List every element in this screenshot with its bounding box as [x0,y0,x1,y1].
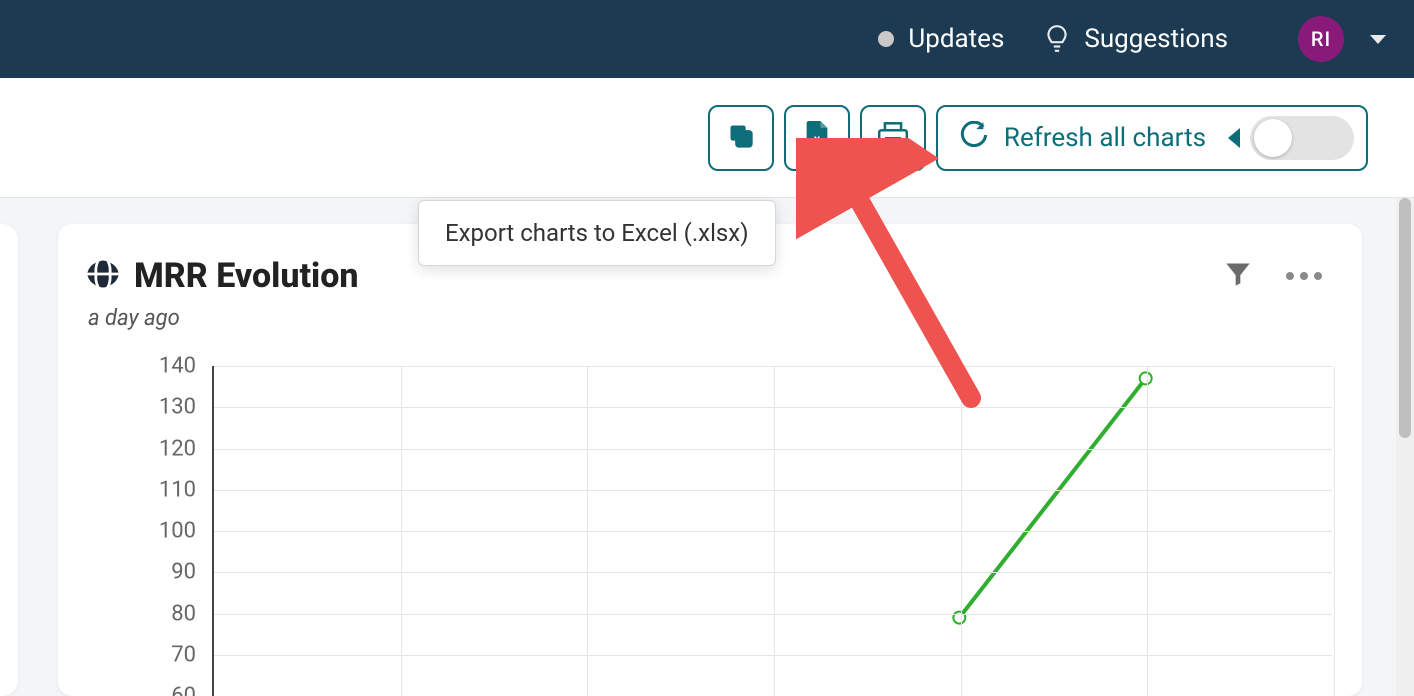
tooltip-text: Export charts to Excel (.xlsx) [445,219,749,247]
suggestions-label: Suggestions [1084,24,1228,54]
copy-button[interactable] [708,105,774,171]
gridline [214,572,1332,573]
gridline [214,449,1332,450]
chart-plot-area: 60 70 80 90 100 110 120 130 140 [86,356,1332,696]
refresh-all-charts-button[interactable]: Refresh all charts [936,105,1368,171]
updates-label: Updates [908,24,1004,54]
scrollbar-thumb[interactable] [1399,198,1411,438]
gridline-vertical [401,366,402,696]
file-excel-icon: x [804,121,830,154]
filter-icon[interactable] [1224,260,1252,292]
y-axis-tick: 110 [86,477,196,502]
refresh-label: Refresh all charts [1004,123,1206,153]
gridline-vertical [1147,366,1148,696]
gridline [214,407,1332,408]
gridline [214,655,1332,656]
chart-card: MRR Evolution a day ago 60 70 80 90 100 [58,224,1362,696]
export-excel-tooltip: Export charts to Excel (.xlsx) [418,200,776,266]
scrollbar[interactable] [1396,198,1414,696]
y-axis-tick: 80 [86,601,196,626]
chart-subtitle: a day ago [86,306,359,331]
gridline-vertical [774,366,775,696]
gridline-vertical [587,366,588,696]
plot [212,366,1332,696]
y-axis-tick: 70 [86,642,196,667]
auto-refresh-toggle[interactable] [1250,116,1354,160]
lightbulb-icon [1044,24,1070,54]
y-axis-tick: 100 [86,519,196,544]
chevron-left-icon [1228,128,1240,148]
toggle-knob [1254,119,1292,157]
gridline-vertical [1334,366,1335,696]
print-button[interactable] [860,105,926,171]
copy-icon [727,122,755,153]
print-icon [878,122,908,153]
gridline [214,490,1332,491]
content-area: MRR Evolution a day ago 60 70 80 90 100 [0,198,1414,696]
chart-title: MRR Evolution [134,256,359,296]
status-dot-icon [878,31,894,47]
suggestions-button[interactable]: Suggestions [1044,24,1228,54]
y-axis-tick: 60 [86,684,196,696]
avatar-initials: RI [1311,27,1331,51]
card-header: MRR Evolution a day ago [86,256,1322,331]
adjacent-card-edge [0,224,18,696]
globe-icon [86,257,120,295]
top-bar: Updates Suggestions RI [0,0,1414,78]
y-axis-tick: 90 [86,560,196,585]
y-axis-tick: 140 [86,354,196,379]
toolbar: x Refresh all charts [0,78,1414,198]
refresh-icon [960,121,988,155]
svg-text:x: x [814,134,821,146]
y-axis-tick: 120 [86,436,196,461]
user-menu[interactable]: RI [1298,16,1386,62]
gridline [214,531,1332,532]
more-options-button[interactable] [1286,272,1322,280]
updates-button[interactable]: Updates [878,24,1004,54]
gridline [214,614,1332,615]
y-axis-tick: 130 [86,395,196,420]
chevron-down-icon [1370,35,1386,44]
avatar: RI [1298,16,1344,62]
export-excel-button[interactable]: x [784,105,850,171]
auto-refresh-toggle-wrap [1222,116,1366,160]
gridline [214,366,1332,367]
gridline-vertical [961,366,962,696]
